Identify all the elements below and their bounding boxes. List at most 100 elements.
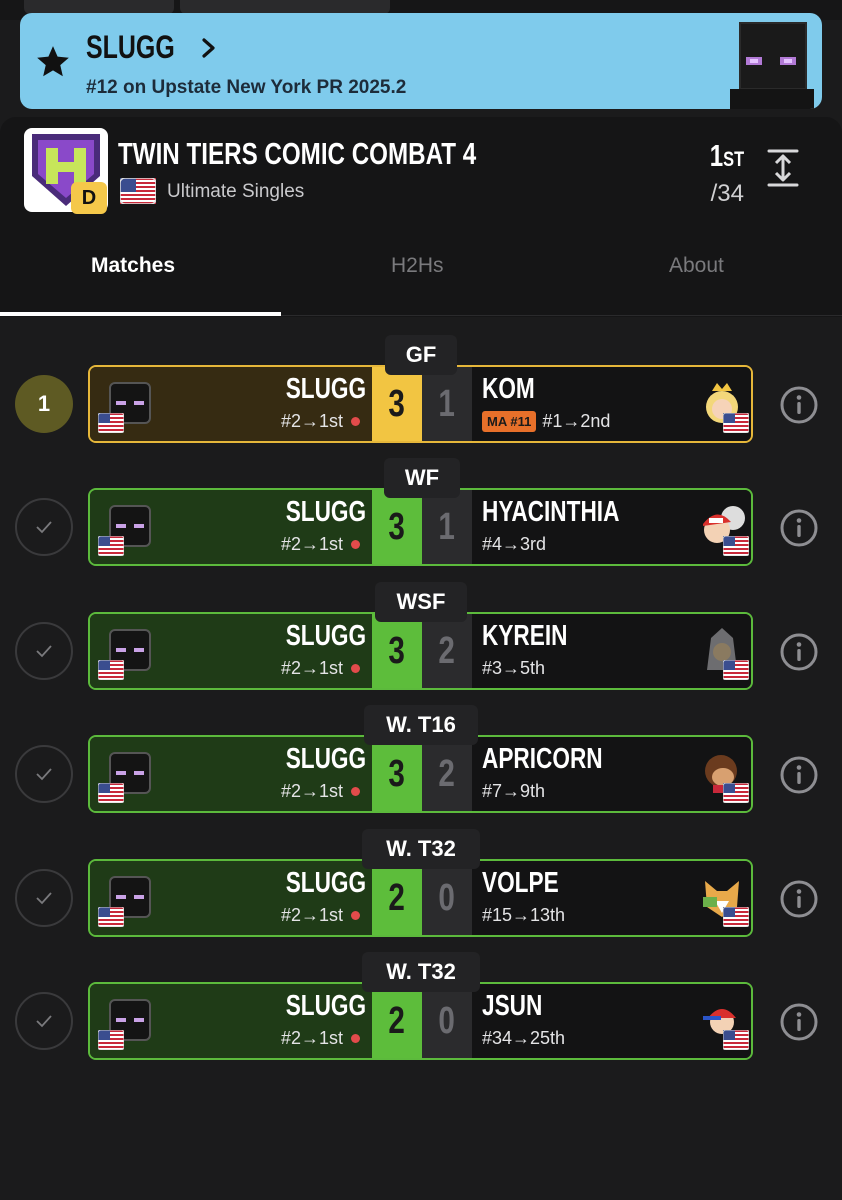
us-flag-icon bbox=[722, 1029, 750, 1051]
info-icon[interactable] bbox=[779, 632, 819, 672]
opponent-seed: MA #11 #1→2nd bbox=[482, 411, 610, 432]
opponent-score: 0 bbox=[422, 984, 472, 1058]
tier-badge: D bbox=[71, 182, 107, 214]
match-box[interactable]: SLUGG #2→1st 2 0 VOLPE #15→13th bbox=[88, 859, 753, 937]
info-icon[interactable] bbox=[779, 879, 819, 919]
opponent-score: 0 bbox=[422, 861, 472, 935]
opponent-score: 2 bbox=[422, 737, 472, 811]
match-box[interactable]: SLUGG #2→1st 2 0 JSUN #34→25th bbox=[88, 982, 753, 1060]
us-flag-icon bbox=[97, 1029, 125, 1051]
seed-dot bbox=[351, 417, 360, 426]
round-label: WF bbox=[384, 458, 460, 498]
opponent-name: HYACINTHIA bbox=[482, 496, 620, 528]
player-score: 3 bbox=[372, 614, 422, 688]
us-flag-icon bbox=[722, 906, 750, 928]
player-score: 3 bbox=[372, 490, 422, 564]
opponent-side: APRICORN #7→9th bbox=[472, 737, 751, 811]
info-icon[interactable] bbox=[779, 1002, 819, 1042]
tab-about[interactable]: About bbox=[669, 254, 724, 278]
player-name: SLUGG bbox=[285, 373, 366, 405]
player-name: SLUGG bbox=[285, 743, 366, 775]
seed-dot bbox=[351, 1034, 360, 1043]
placement: 1ST /34 bbox=[700, 138, 744, 207]
opponent-side: KYREIN #3→5th bbox=[472, 614, 751, 688]
player-ranking: #12 on Upstate New York PR 2025.2 bbox=[86, 77, 407, 98]
info-icon[interactable] bbox=[779, 755, 819, 795]
tab-h2hs[interactable]: H2Hs bbox=[391, 254, 444, 278]
background-tab bbox=[180, 0, 390, 14]
round-label: W. T32 bbox=[362, 952, 480, 992]
match-status: 1 bbox=[15, 375, 73, 433]
round-label: GF bbox=[385, 335, 457, 375]
opponent-name: APRICORN bbox=[482, 743, 603, 775]
match-box[interactable]: SLUGG #2→1st 3 2 APRICORN #7→9th bbox=[88, 735, 753, 813]
match-box[interactable]: SLUGG #2→1st 3 2 KYREIN #3→5th bbox=[88, 612, 753, 690]
match-box[interactable]: SLUGG #2→1st 3 1 HYACINTHIA #4→3rd bbox=[88, 488, 753, 566]
player-name: SLUGG bbox=[285, 496, 366, 528]
info-icon[interactable] bbox=[779, 508, 819, 548]
final-placement-number: 1 bbox=[37, 391, 51, 416]
player-banner[interactable]: SLUGG #12 on Upstate New York PR 2025.2 bbox=[20, 13, 822, 109]
entrant-count: /34 bbox=[710, 180, 744, 207]
player-score: 3 bbox=[372, 737, 422, 811]
checkmark-icon bbox=[36, 1015, 52, 1028]
opponent-name: KOM bbox=[482, 373, 535, 405]
us-flag-icon bbox=[97, 906, 125, 928]
seed-dot bbox=[351, 664, 360, 673]
expand-icon[interactable] bbox=[764, 148, 802, 188]
match-row[interactable]: WSF SLUGG #2→1st 3 2 KYREIN #3→5th bbox=[0, 582, 842, 692]
background-tab bbox=[24, 0, 174, 14]
opponent-seed: #34→25th bbox=[482, 1028, 566, 1048]
opponent-name: KYREIN bbox=[482, 620, 568, 652]
us-flag-icon bbox=[97, 782, 125, 804]
info-icon[interactable] bbox=[779, 385, 819, 425]
player-seed: #2→1st bbox=[281, 411, 360, 432]
player-side: SLUGG #2→1st bbox=[90, 984, 372, 1058]
player-score: 3 bbox=[372, 367, 422, 441]
match-status bbox=[15, 869, 73, 927]
round-label: WSF bbox=[375, 582, 467, 622]
match-row[interactable]: WF SLUGG #2→1st 3 1 HYACINTHIA #4→3rd bbox=[0, 458, 842, 568]
tournament-title[interactable]: TWIN TIERS COMIC COMBAT 4 bbox=[118, 136, 476, 172]
checkmark-icon bbox=[36, 892, 52, 905]
opponent-side: VOLPE #15→13th bbox=[472, 861, 751, 935]
player-name: SLUGG bbox=[86, 29, 175, 65]
tournament-logo[interactable]: D bbox=[24, 128, 108, 214]
player-side: SLUGG #2→1st bbox=[90, 737, 372, 811]
opponent-rank-badge: MA #11 bbox=[482, 411, 537, 432]
active-tab-indicator bbox=[0, 312, 281, 316]
player-name: SLUGG bbox=[285, 867, 366, 899]
us-flag-icon bbox=[722, 782, 750, 804]
checkmark-icon bbox=[36, 645, 52, 658]
player-side: SLUGG #2→1st bbox=[90, 367, 372, 441]
player-seed: #2→1st bbox=[281, 781, 360, 802]
player-side: SLUGG #2→1st bbox=[90, 861, 372, 935]
match-status bbox=[15, 745, 73, 803]
match-status bbox=[15, 622, 73, 680]
us-flag-icon bbox=[722, 535, 750, 557]
player-seed: #2→1st bbox=[281, 1028, 360, 1049]
match-box[interactable]: SLUGG #2→1st 3 1 KOM MA #11 #1→2nd bbox=[88, 365, 753, 443]
match-row[interactable]: W. T16 SLUGG #2→1st 3 2 APRICORN #7→9th bbox=[0, 705, 842, 815]
match-row[interactable]: 1 GF SLUGG #2→1st 3 1 KOM MA #11 #1→2nd bbox=[0, 335, 842, 445]
opponent-side: HYACINTHIA #4→3rd bbox=[472, 490, 751, 564]
player-name: SLUGG bbox=[285, 990, 366, 1022]
us-flag-icon bbox=[97, 535, 125, 557]
checkmark-icon bbox=[36, 768, 52, 781]
opponent-seed: #4→3rd bbox=[482, 534, 547, 554]
opponent-side: KOM MA #11 #1→2nd bbox=[472, 367, 751, 441]
player-name: SLUGG bbox=[285, 620, 366, 652]
opponent-name: VOLPE bbox=[482, 867, 559, 899]
opponent-score: 1 bbox=[422, 367, 472, 441]
tab-matches[interactable]: Matches bbox=[91, 254, 175, 278]
player-seed: #2→1st bbox=[281, 658, 360, 679]
opponent-name: JSUN bbox=[482, 990, 543, 1022]
opponent-score: 1 bbox=[422, 490, 472, 564]
event-name: Ultimate Singles bbox=[167, 181, 305, 202]
opponent-seed: #15→13th bbox=[482, 905, 566, 925]
match-row[interactable]: W. T32 SLUGG #2→1st 2 0 VOLPE #15→13th bbox=[0, 829, 842, 939]
us-flag-icon bbox=[722, 412, 750, 434]
star-icon bbox=[37, 46, 69, 77]
match-row[interactable]: W. T32 SLUGG #2→1st 2 0 JSUN #34→25th bbox=[0, 952, 842, 1062]
placement-value: 1ST bbox=[709, 138, 744, 173]
